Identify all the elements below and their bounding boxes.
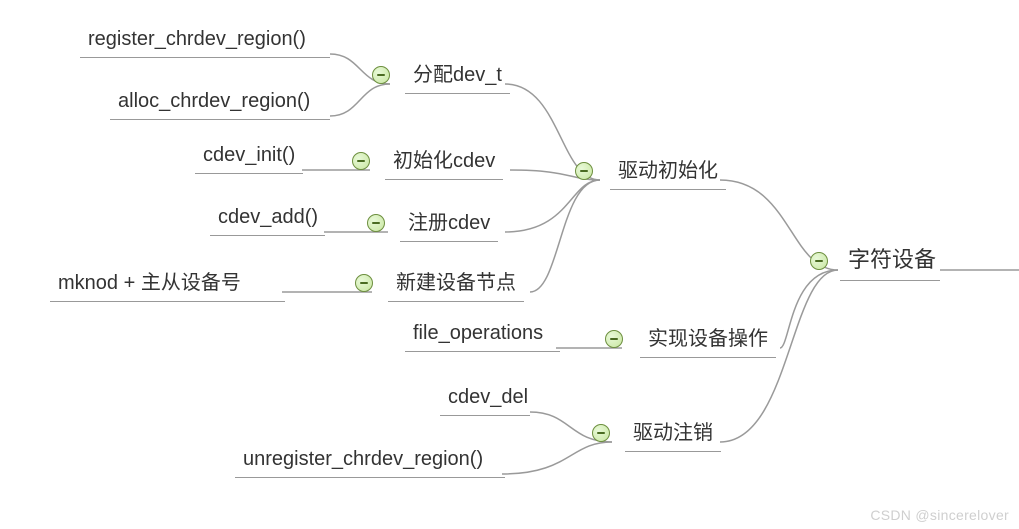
init-cdev-label: 初始化cdev <box>393 150 495 172</box>
node-init-cdev[interactable]: 初始化cdev <box>385 140 503 180</box>
node-alloc-devt[interactable]: 分配dev_t <box>405 54 510 94</box>
mknod-leaf-label: mknod + 主从设备号 <box>58 272 241 294</box>
node-dev-ops[interactable]: 实现设备操作 <box>640 318 776 358</box>
node-driver-init[interactable]: 驱动初始化 <box>610 150 726 190</box>
collapse-icon[interactable] <box>355 274 373 292</box>
register-chrdev-label: register_chrdev_region() <box>88 28 306 50</box>
node-driver-exit[interactable]: 驱动注销 <box>625 412 721 452</box>
collapse-icon[interactable] <box>372 66 390 84</box>
collapse-icon[interactable] <box>605 330 623 348</box>
alloc-devt-label: 分配dev_t <box>413 64 502 86</box>
leaf-unregister-chrdev[interactable]: unregister_chrdev_region() <box>235 444 505 478</box>
leaf-cdev-del[interactable]: cdev_del <box>440 382 530 416</box>
leaf-cdev-init[interactable]: cdev_init() <box>195 140 303 174</box>
cdev-add-label: cdev_add() <box>218 206 318 228</box>
mknod-label: 新建设备节点 <box>396 272 516 294</box>
collapse-icon[interactable] <box>575 162 593 180</box>
node-mknod[interactable]: 新建设备节点 <box>388 262 524 302</box>
leaf-file-operations[interactable]: file_operations <box>405 318 560 352</box>
node-reg-cdev[interactable]: 注册cdev <box>400 202 498 242</box>
leaf-register-chrdev[interactable]: register_chrdev_region() <box>80 24 330 58</box>
driver-exit-label: 驱动注销 <box>633 422 713 444</box>
leaf-mknod[interactable]: mknod + 主从设备号 <box>50 262 285 302</box>
root-node[interactable]: 字符设备 <box>840 238 940 281</box>
collapse-icon[interactable] <box>810 252 828 270</box>
reg-cdev-label: 注册cdev <box>408 212 490 234</box>
collapse-icon[interactable] <box>352 152 370 170</box>
collapse-icon[interactable] <box>592 424 610 442</box>
leaf-cdev-add[interactable]: cdev_add() <box>210 202 325 236</box>
collapse-icon[interactable] <box>367 214 385 232</box>
watermark-text: CSDN @sincerelover <box>870 507 1009 523</box>
cdev-init-label: cdev_init() <box>203 144 295 166</box>
alloc-chrdev-label: alloc_chrdev_region() <box>118 90 310 112</box>
file-operations-label: file_operations <box>413 322 543 344</box>
cdev-del-label: cdev_del <box>448 386 528 408</box>
root-label: 字符设备 <box>848 247 936 272</box>
leaf-alloc-chrdev[interactable]: alloc_chrdev_region() <box>110 86 330 120</box>
dev-ops-label: 实现设备操作 <box>648 328 768 350</box>
unregister-chrdev-label: unregister_chrdev_region() <box>243 448 483 470</box>
driver-init-label: 驱动初始化 <box>618 160 718 182</box>
